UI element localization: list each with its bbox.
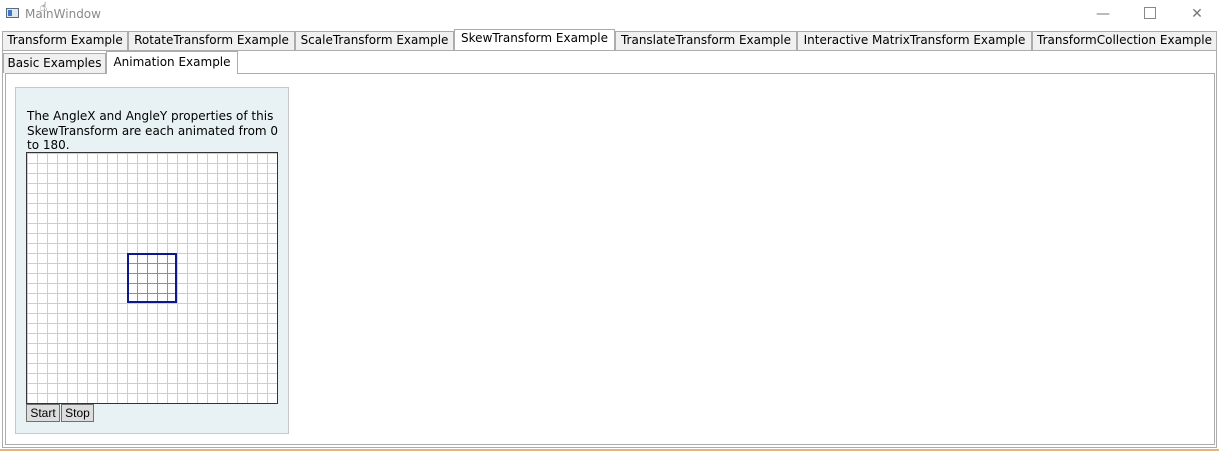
minimize-icon: —	[1096, 6, 1110, 22]
title-bar: MainWindow ☝ — ✕	[0, 0, 1219, 30]
tab-interactive-matrixtransform-example[interactable]: Interactive MatrixTransform Example	[797, 31, 1032, 50]
maximize-button[interactable]	[1127, 0, 1173, 28]
tab-translatetransform-example[interactable]: TranslateTransform Example	[615, 31, 797, 50]
window-title: MainWindow	[25, 7, 101, 21]
tab-animation-example[interactable]: Animation Example	[106, 51, 238, 74]
close-icon: ✕	[1191, 6, 1203, 22]
tab-rotatetransform-example[interactable]: RotateTransform Example	[128, 31, 295, 50]
start-button[interactable]: Start	[26, 404, 60, 422]
tab-scaletransform-example[interactable]: ScaleTransform Example	[295, 31, 454, 50]
description-text: The AngleX and AngleY properties of this…	[27, 109, 279, 152]
app-window-icon	[6, 8, 19, 18]
tab-skewtransform-example[interactable]: SkewTransform Example	[454, 29, 615, 50]
close-button[interactable]: ✕	[1174, 0, 1219, 28]
minimize-button[interactable]: —	[1080, 0, 1126, 28]
stop-button[interactable]: Stop	[61, 404, 94, 422]
tab-transform-example[interactable]: Transform Example	[2, 31, 128, 50]
top-tab-strip: Transform Example RotateTransform Exampl…	[0, 29, 1219, 50]
hand-cursor-icon: ☝	[40, 0, 48, 14]
maximize-icon	[1144, 7, 1156, 19]
skewed-rectangle	[127, 253, 177, 303]
tab-basic-examples[interactable]: Basic Examples	[3, 53, 106, 73]
tab-transformcollection-example[interactable]: TransformCollection Example	[1032, 31, 1217, 50]
